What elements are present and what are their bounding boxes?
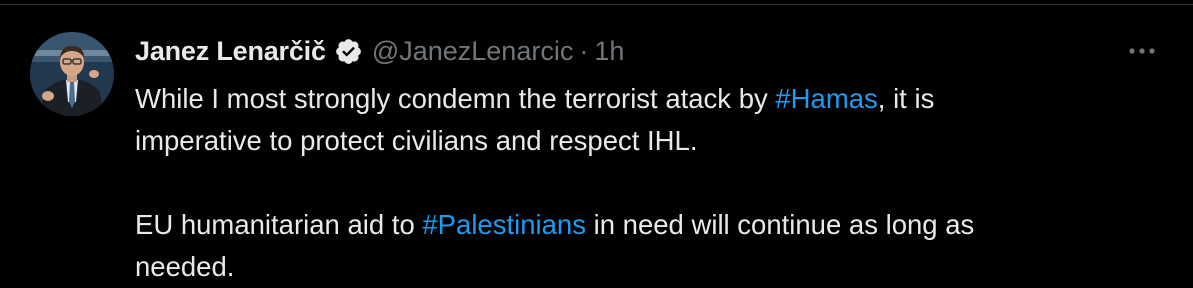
more-options-icon[interactable] [1125,41,1159,61]
tweet[interactable]: Janez Lenarčič @JanezLenarcic · 1h While… [0,5,1193,282]
hashtag-link-palestinians[interactable]: #Palestinians [422,209,586,240]
paragraph-1-text: While I most strongly condemn the terror… [135,83,776,114]
paragraph-1-text-end: , it is [877,83,935,114]
tweet-text: While I most strongly condemn the terror… [135,78,1165,288]
header-separator: · [579,35,589,66]
verified-badge-icon[interactable] [334,37,363,66]
author-handle[interactable]: @JanezLenarcic [372,36,574,67]
paragraph-1-line-2: imperative to protect civilians and resp… [135,125,698,156]
avatar[interactable] [30,32,114,116]
tweet-paragraph-1: While I most strongly condemn the terror… [135,78,1165,162]
tweet-paragraph-2: EU humanitarian aid to #Palestinians in … [135,204,1165,288]
hashtag-link-hamas[interactable]: #Hamas [775,83,877,114]
paragraph-2-text: EU humanitarian aid to [135,209,423,240]
tweet-header: Janez Lenarčič @JanezLenarcic · 1h [135,31,624,71]
author-name[interactable]: Janez Lenarčič [135,36,326,67]
tweet-timestamp[interactable]: 1h [594,36,624,67]
paragraph-2-text-end: in need will continue as long as [585,209,975,240]
paragraph-2-line-2: needed. [135,251,235,282]
avatar-photo [30,32,114,116]
